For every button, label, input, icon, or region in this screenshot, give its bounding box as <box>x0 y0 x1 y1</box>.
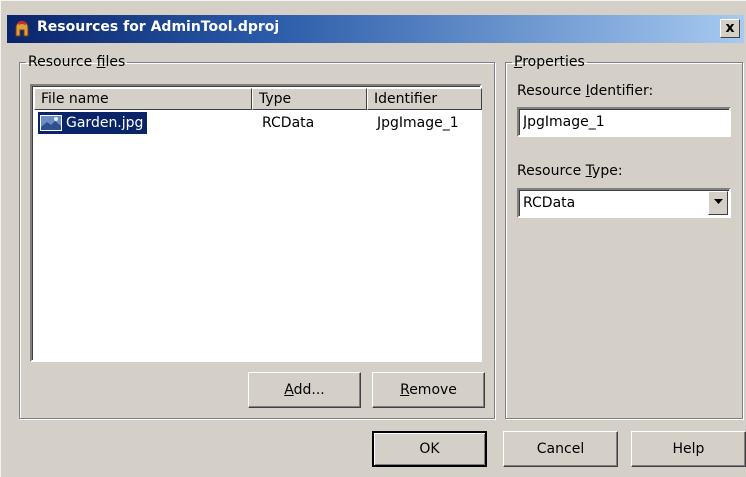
resource-type-value: RCData <box>523 195 576 211</box>
resource-type-label: Resource Type: <box>517 163 623 179</box>
column-header-type[interactable]: Type <box>252 88 367 110</box>
image-file-icon <box>40 115 62 131</box>
title-bar[interactable]: Resources for AdminTool.dproj x <box>7 15 744 43</box>
add-button[interactable]: Add... <box>248 372 361 408</box>
resource-files-legend: Resource files <box>28 54 126 70</box>
dropdown-button[interactable] <box>708 191 728 215</box>
help-button[interactable]: Help <box>631 431 746 467</box>
selected-file-cell[interactable]: Garden.jpg <box>38 112 148 134</box>
cancel-button[interactable]: Cancel <box>503 431 618 467</box>
column-header-identifier[interactable]: Identifier <box>367 88 482 110</box>
list-header: File name Type Identifier <box>34 88 482 110</box>
remove-button[interactable]: Remove <box>372 372 485 408</box>
window-title: Resources for AdminTool.dproj <box>37 19 280 35</box>
resource-identifier-label: Resource Identifier: <box>517 83 654 99</box>
chevron-down-icon <box>713 199 723 204</box>
resource-type-select[interactable]: RCData <box>517 188 731 218</box>
identifier-value: JpgImage_1 <box>377 115 459 131</box>
resource-file-list[interactable]: File name Type Identifier Garden.jpg RCD… <box>30 84 482 362</box>
properties-legend: Properties <box>514 54 585 70</box>
ok-button[interactable]: OK <box>372 431 487 467</box>
type-value: RCData <box>262 115 315 131</box>
list-item[interactable]: Garden.jpg RCData JpgImage_1 <box>34 112 478 136</box>
resource-identifier-input[interactable] <box>517 107 731 137</box>
close-button[interactable]: x <box>720 19 740 38</box>
spartan-helmet-icon <box>15 20 29 37</box>
dialog-window: Resources for AdminTool.dproj x Resource… <box>0 0 746 477</box>
column-header-file-name[interactable]: File name <box>34 88 252 110</box>
file-name-value: Garden.jpg <box>66 115 144 131</box>
